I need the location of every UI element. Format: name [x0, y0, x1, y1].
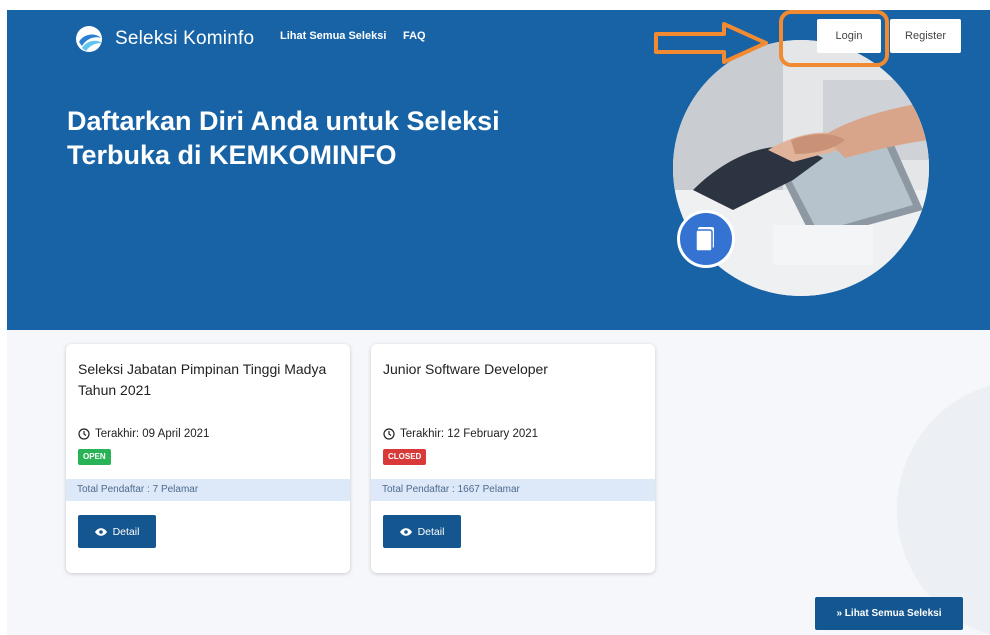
total-applicants: Total Pendaftar : 1667 Pelamar [371, 479, 655, 501]
eye-icon [399, 527, 412, 536]
status-badge: CLOSED [383, 449, 427, 465]
selection-card: Junior Software Developer Terakhir: 12 F… [371, 344, 655, 573]
clock-icon [78, 428, 90, 440]
card-deadline-text: Terakhir: 09 April 2021 [95, 428, 210, 440]
nav-faq[interactable]: FAQ [403, 30, 426, 42]
card-deadline: Terakhir: 12 February 2021 [383, 428, 538, 440]
nav-all-selections[interactable]: Lihat Semua Seleksi [280, 30, 386, 42]
card-deadline: Terakhir: 09 April 2021 [78, 428, 209, 440]
detail-button[interactable]: Detail [383, 515, 461, 548]
annotation-arrow-icon [654, 22, 768, 64]
clock-icon [383, 428, 395, 440]
document-icon [677, 210, 735, 268]
card-deadline-text: Terakhir: 12 February 2021 [400, 428, 539, 440]
hero-title: Daftarkan Diri Anda untuk Seleksi Terbuk… [67, 106, 500, 170]
selection-card: Seleksi Jabatan Pimpinan Tinggi Madya Ta… [66, 344, 350, 573]
page: Seleksi Kominfo Lihat Semua Seleksi FAQ … [0, 0, 990, 635]
status-badge: OPEN [78, 449, 111, 465]
detail-button-label: Detail [112, 525, 140, 538]
brand-name: Seleksi Kominfo [115, 28, 255, 49]
annotation-highlight [779, 10, 889, 67]
eye-icon [94, 527, 107, 536]
detail-button[interactable]: Detail [78, 515, 156, 548]
selection-list: Seleksi Jabatan Pimpinan Tinggi Madya Ta… [7, 330, 990, 635]
card-title: Seleksi Jabatan Pimpinan Tinggi Madya Ta… [78, 361, 327, 398]
brand[interactable]: Seleksi Kominfo [73, 24, 254, 54]
total-applicants: Total Pendaftar : 7 Pelamar [66, 479, 350, 501]
kominfo-logo-icon [73, 24, 107, 54]
card-title: Junior Software Developer [383, 361, 548, 377]
view-all-button[interactable]: » Lihat Semua Seleksi [815, 597, 963, 630]
detail-button-label: Detail [417, 525, 445, 538]
register-button[interactable]: Register [890, 19, 961, 53]
